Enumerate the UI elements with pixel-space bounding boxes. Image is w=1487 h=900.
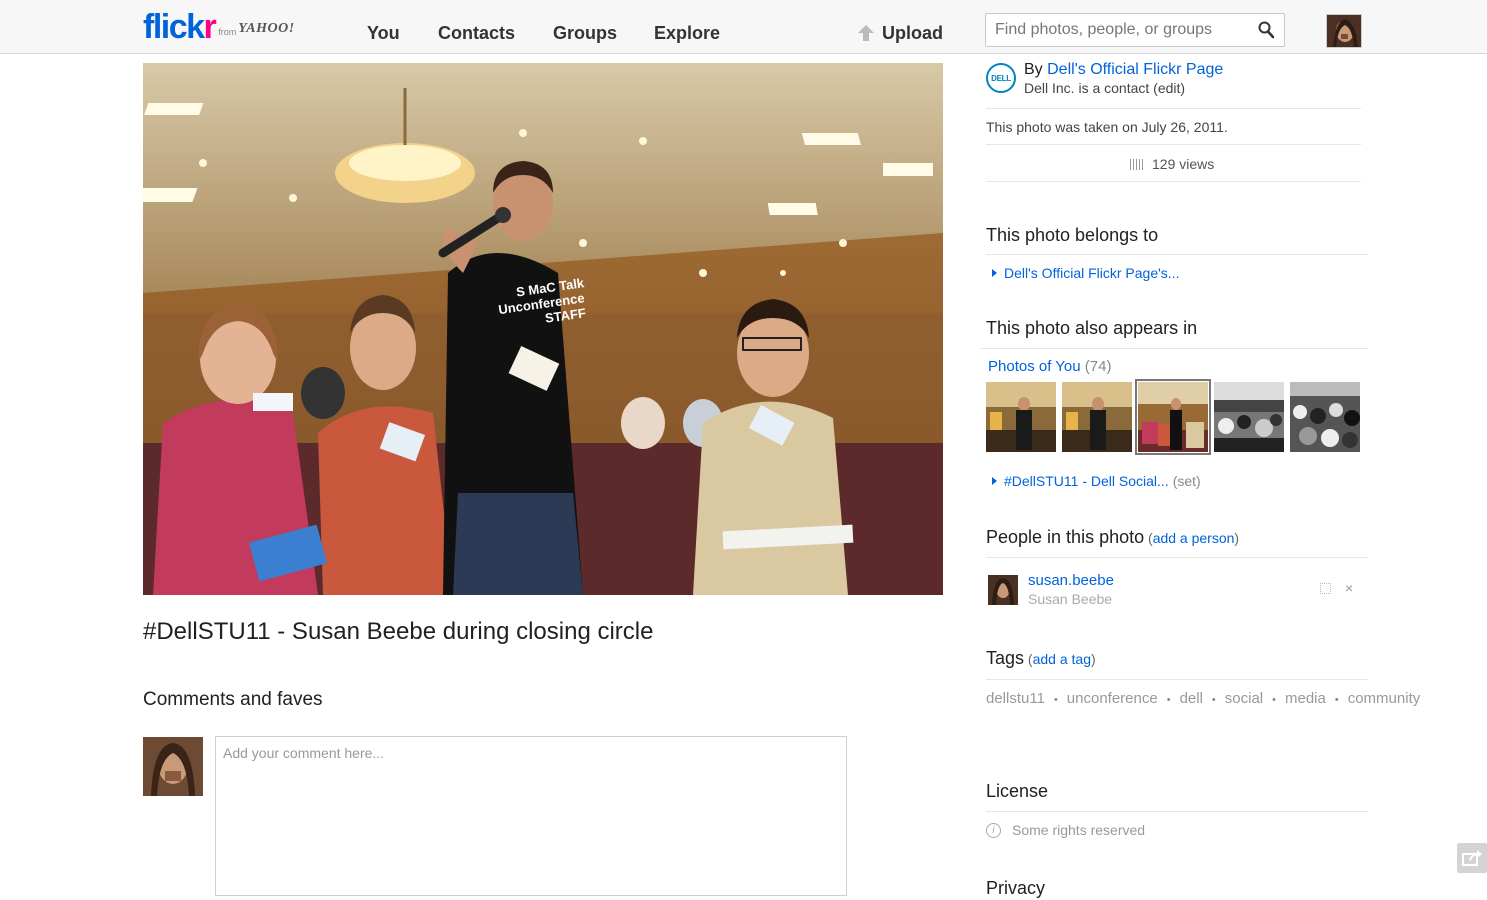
upload-button[interactable]: Upload (857, 23, 943, 44)
tag-item[interactable]: dell (1180, 690, 1203, 707)
comment-box (215, 736, 847, 896)
tag-separator: • (1334, 694, 1339, 706)
people-heading: People in this photo (add a person) (986, 527, 1240, 547)
logo-from-text: from (218, 27, 237, 37)
main-photo[interactable]: S MaC Talk Unconference STAFF (143, 63, 943, 595)
divider (986, 254, 1368, 255)
pool-photos-of-you[interactable]: Photos of You (74) (988, 358, 1111, 375)
upload-label: Upload (882, 23, 943, 43)
tag-list: dellstu11 • unconference • dell • social • media… (986, 688, 1420, 711)
belongs-photostream-link[interactable]: Dell's Official Flickr Page's... (992, 265, 1179, 281)
person-name-link[interactable]: susan.beebe (1028, 572, 1114, 589)
pool-thumbnail[interactable] (1062, 382, 1132, 452)
search-icon[interactable] (1258, 21, 1274, 39)
divider (986, 811, 1368, 812)
remove-person-button[interactable]: × (1345, 580, 1353, 596)
view-count: 129 views (1130, 156, 1214, 172)
yahoo-wordmark: YAHOO! (238, 21, 295, 36)
pool-thumbnail[interactable] (1290, 382, 1360, 452)
comment-input[interactable] (216, 737, 846, 895)
divider (986, 181, 1361, 182)
divider (986, 557, 1368, 558)
pool-thumbnail-current[interactable] (1135, 379, 1211, 455)
flickr-logo[interactable]: flickr from YAHOO! (143, 9, 295, 45)
person-highlight-box-icon[interactable] (1320, 583, 1331, 594)
tags-heading: Tags (add a tag) (986, 648, 1096, 668)
upload-arrow-icon (857, 24, 875, 43)
owner-by-line: By Dell's Official Flickr Page (1024, 61, 1224, 78)
tag-separator: • (1053, 694, 1058, 706)
info-icon: i (986, 822, 1001, 838)
privacy-heading: Privacy (986, 878, 1046, 898)
taken-date: This photo was taken on July 26, 2011. (986, 119, 1228, 135)
tag-item[interactable]: dellstu11 (986, 690, 1045, 707)
pool-thumbnail[interactable] (986, 382, 1056, 452)
tag-separator: • (1166, 694, 1171, 706)
top-navigation-bar: flickr from YAHOO! You Contacts Groups E… (0, 0, 1487, 54)
share-icon (1462, 850, 1482, 866)
comments-heading: Comments and faves (143, 689, 323, 710)
person-real-name: Susan Beebe (1028, 591, 1113, 607)
user-avatar[interactable] (1326, 14, 1362, 48)
search-box (985, 13, 1285, 47)
search-input[interactable] (986, 14, 1241, 46)
main-photo-image: S MaC Talk Unconference STAFF (143, 63, 943, 595)
appears-heading: This photo also appears in (986, 318, 1198, 338)
nav-you[interactable]: You (367, 23, 400, 44)
flickr-wordmark: flickr (143, 8, 217, 46)
tag-separator: • (1211, 694, 1216, 706)
triangle-right-icon (992, 477, 997, 485)
set-link[interactable]: #DellSTU11 - Dell Social... (set) (992, 473, 1201, 489)
belongs-heading: This photo belongs to (986, 225, 1159, 245)
photo-title: #DellSTU11 - Susan Beebe during closing … (143, 618, 654, 645)
comment-user-avatar (143, 737, 203, 796)
tag-item[interactable]: media (1285, 690, 1326, 707)
person-avatar[interactable] (988, 575, 1018, 605)
license-heading: License (986, 781, 1049, 801)
divider (986, 144, 1361, 145)
divider (986, 108, 1361, 109)
tag-item[interactable]: unconference (1067, 690, 1158, 707)
tag-item[interactable]: social (1225, 690, 1263, 707)
tag-item[interactable]: community (1348, 690, 1421, 707)
add-person-link[interactable]: add a person (1153, 530, 1235, 546)
divider (980, 348, 1368, 349)
owner-contact-status[interactable]: Dell Inc. is a contact (edit) (1024, 80, 1185, 96)
pool-thumbnail[interactable] (1214, 382, 1284, 452)
nav-contacts[interactable]: Contacts (438, 23, 515, 44)
add-tag-link[interactable]: add a tag (1033, 651, 1091, 667)
tag-separator: • (1272, 694, 1276, 706)
nav-groups[interactable]: Groups (553, 23, 617, 44)
triangle-right-icon (992, 269, 997, 277)
bar-chart-icon (1130, 158, 1144, 170)
nav-explore[interactable]: Explore (654, 23, 720, 44)
pool-thumbnails (986, 379, 1366, 455)
license-link[interactable]: i Some rights reserved (986, 822, 1145, 838)
owner-name-link[interactable]: Dell's Official Flickr Page (1047, 61, 1223, 78)
divider (986, 679, 1368, 680)
share-button[interactable] (1457, 843, 1487, 873)
owner-dell-logo[interactable]: DELL (986, 63, 1016, 93)
